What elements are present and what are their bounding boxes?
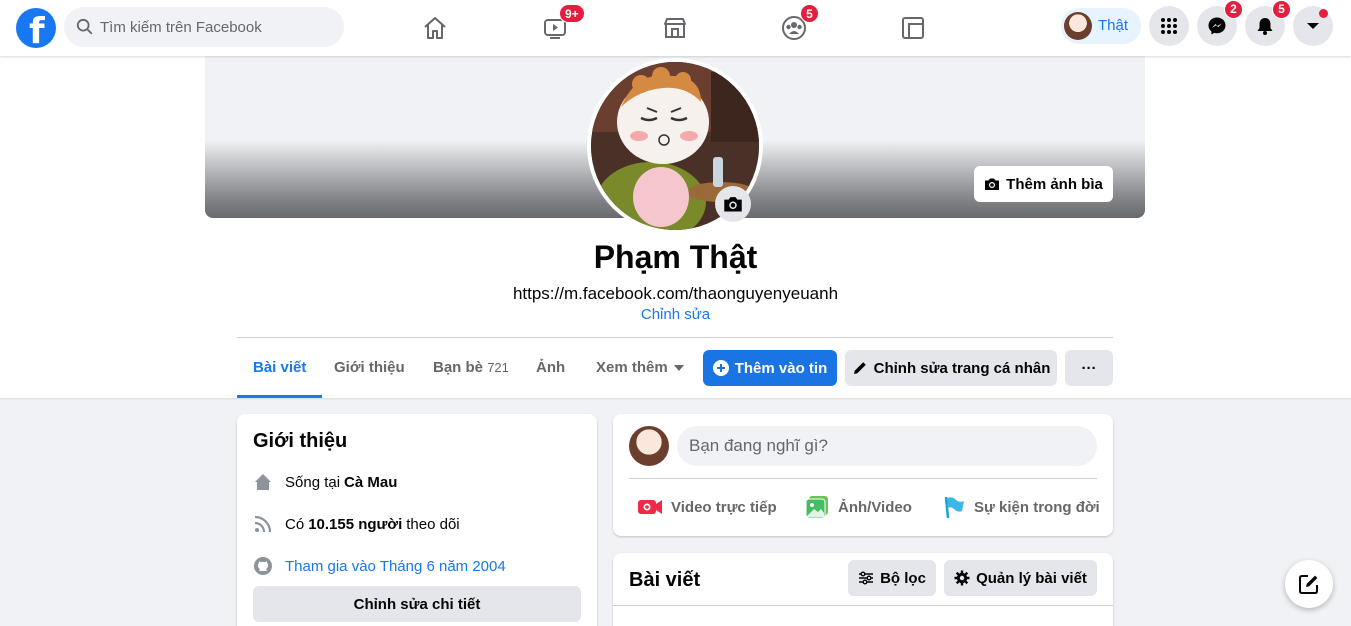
pencil-icon [853, 362, 866, 374]
tab-friends-label: Bạn bè [433, 359, 484, 376]
tab-about[interactable]: Giới thiệu [318, 338, 421, 398]
lives-in-prefix: Sống tại [285, 473, 341, 491]
post-composer: Video trực tiếp Ảnh/Video Sự kiện trong … [613, 414, 1113, 536]
watch-badge: 9+ [559, 4, 585, 23]
composer-input[interactable] [677, 426, 1097, 466]
intro-joined[interactable]: Tham gia vào Tháng 6 năm 2004 [253, 554, 506, 578]
posts-card: Bài viết Bộ lọc Quản lý bài viết [613, 553, 1113, 626]
search-box[interactable] [64, 7, 344, 47]
followers-prefix: Có [285, 515, 305, 533]
messenger-icon [1208, 17, 1226, 35]
profile-shortcut-label: Thật [1098, 17, 1129, 34]
add-cover-photo-button[interactable]: Thêm ảnh bìa [974, 166, 1113, 202]
avatar[interactable] [629, 426, 669, 466]
posts-divider [613, 605, 1113, 606]
plus-circle-icon [712, 360, 729, 376]
profile-bio: https://m.facebook.com/thaonguyenyeuanh [512, 284, 839, 303]
nav-home[interactable] [379, 8, 491, 48]
nav-gaming[interactable] [857, 8, 969, 48]
lives-in-place[interactable]: Cà Mau [344, 474, 397, 491]
edit-profile-button[interactable]: Chỉnh sửa trang cá nhân [845, 350, 1057, 386]
notifications-badge: 5 [1272, 0, 1291, 19]
account-alert-dot [1319, 9, 1328, 18]
account-button[interactable] [1293, 6, 1333, 46]
photo-video-button[interactable]: Ảnh/Video [804, 492, 912, 522]
edit-profile-label: Chỉnh sửa trang cá nhân [873, 359, 1051, 377]
profile-shortcut[interactable]: Thật [1061, 8, 1141, 44]
github-icon [254, 557, 272, 575]
followers-count[interactable]: 10.155 người [308, 516, 402, 533]
live-video-icon [638, 500, 662, 514]
messenger-badge: 2 [1224, 0, 1243, 19]
groups-badge: 5 [800, 4, 819, 23]
intro-lives-in: Sống tại Cà Mau [253, 470, 397, 494]
filter-button[interactable]: Bộ lọc [848, 560, 936, 596]
facebook-logo[interactable]: f [16, 8, 56, 52]
new-message-button[interactable] [1285, 560, 1333, 608]
camera-icon [724, 197, 742, 212]
followers-suffix: theo dõi [406, 515, 460, 533]
intro-title: Giới thiệu [253, 430, 348, 452]
filter-label: Bộ lọc [880, 569, 926, 587]
photo-icon [805, 496, 828, 519]
add-cover-photo-label: Thêm ảnh bìa [1006, 175, 1103, 193]
gear-icon [954, 570, 970, 586]
life-event-label: Sự kiện trong đời [974, 498, 1100, 516]
manage-posts-button[interactable]: Quản lý bài viết [944, 560, 1097, 596]
house-icon [255, 474, 271, 490]
tab-friends[interactable]: Bạn bè 721 [417, 338, 525, 398]
posts-title: Bài viết [629, 569, 701, 591]
intro-followers: Có 10.155 người theo dõi [253, 512, 460, 536]
home-icon [424, 17, 446, 39]
flag-icon [944, 496, 964, 519]
nav-watch[interactable]: 9+ [499, 4, 611, 48]
chevron-down-icon [673, 365, 684, 372]
marketplace-icon [664, 18, 686, 38]
nav-marketplace[interactable] [619, 8, 731, 48]
tab-photos[interactable]: Ảnh [520, 338, 581, 398]
avatar [1064, 12, 1092, 40]
update-profile-picture-button[interactable] [715, 186, 751, 222]
more-icon: ··· [1081, 359, 1097, 377]
tab-posts-label: Bài viết [253, 359, 307, 376]
notifications-button[interactable]: 5 [1245, 0, 1291, 46]
profile-name: Phạm Thật [593, 239, 758, 275]
top-navigation-bar: f 9+ 5 Thật 2 5 [0, 0, 1351, 56]
bell-icon [1257, 18, 1273, 35]
friends-count: 721 [487, 360, 509, 375]
gaming-icon [902, 17, 924, 39]
composer-divider [629, 478, 1097, 479]
caret-down-icon [1307, 23, 1319, 29]
messenger-button[interactable]: 2 [1197, 0, 1243, 46]
more-options-button[interactable]: ··· [1065, 350, 1113, 386]
joined-label: Tham gia vào Tháng 6 năm 2004 [285, 557, 506, 575]
filter-icon [859, 571, 874, 585]
grid-menu-icon [1161, 18, 1177, 34]
search-icon [76, 18, 93, 35]
tab-more-label: Xem thêm [596, 359, 668, 376]
search-input[interactable] [100, 7, 336, 47]
nav-groups[interactable]: 5 [738, 4, 850, 48]
edit-details-button[interactable]: Chỉnh sửa chi tiết [253, 586, 581, 622]
profile-header: Thêm ảnh bìa Phạm Thật https://m.faceboo… [0, 56, 1351, 398]
live-video-button[interactable]: Video trực tiếp [637, 492, 777, 522]
life-event-button[interactable]: Sự kiện trong đời [940, 492, 1100, 522]
tab-photos-label: Ảnh [536, 359, 566, 376]
rss-icon [254, 515, 272, 533]
add-to-story-label: Thêm vào tin [734, 359, 828, 377]
tab-more[interactable]: Xem thêm [580, 338, 700, 398]
photo-video-label: Ảnh/Video [838, 498, 912, 516]
intro-card: Giới thiệu Sống tại Cà Mau Có 10.155 người… [237, 414, 597, 626]
tab-posts[interactable]: Bài viết [237, 338, 323, 398]
compose-icon [1299, 575, 1318, 594]
tab-about-label: Giới thiệu [334, 359, 405, 376]
menu-button[interactable] [1149, 6, 1189, 46]
edit-bio-link[interactable]: Chỉnh sửa [0, 306, 1351, 323]
manage-posts-label: Quản lý bài viết [976, 569, 1087, 587]
facebook-logo-letter: f [29, 11, 45, 52]
camera-icon [985, 178, 1000, 190]
live-video-label: Video trực tiếp [671, 498, 777, 516]
add-to-story-button[interactable]: Thêm vào tin [703, 350, 837, 386]
